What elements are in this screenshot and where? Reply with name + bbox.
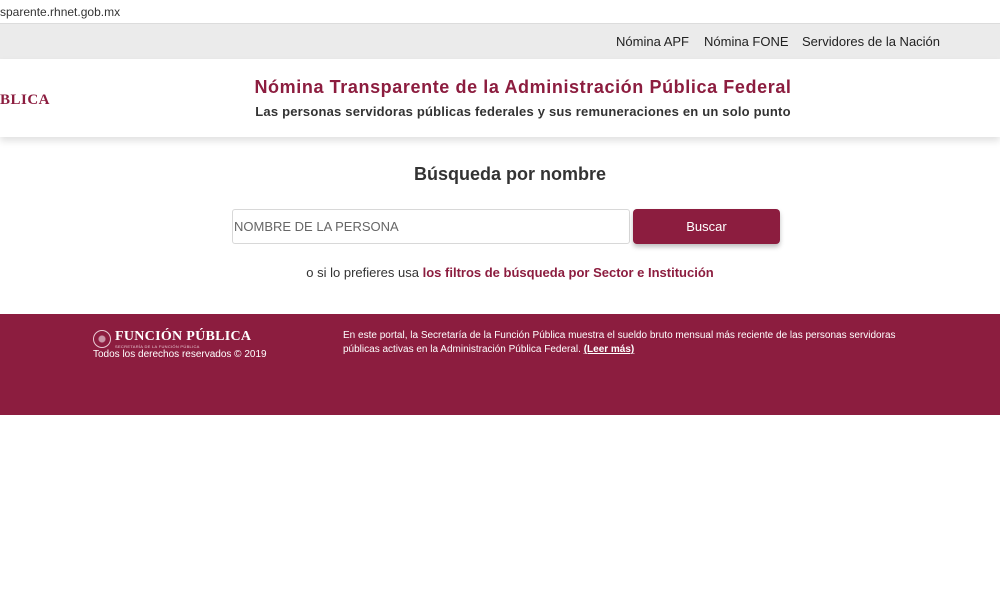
- footer-copyright: Todos los derechos reservados © 2019: [93, 349, 267, 360]
- alternative-search-line: o si lo prefieres usa los filtros de bús…: [0, 265, 1000, 280]
- url-text[interactable]: sparente.rhnet.gob.mx: [0, 5, 120, 19]
- seal-icon: [93, 330, 111, 348]
- footer-info: En este portal, la Secretaría de la Func…: [343, 329, 923, 357]
- page-header: BLICA Nómina Transparente de la Administ…: [0, 59, 1000, 137]
- read-more-link[interactable]: (Leer más): [584, 344, 635, 355]
- search-title: Búsqueda por nombre: [413, 164, 606, 184]
- top-nav: Nómina APF Nómina FONE Servidores de la …: [0, 24, 1000, 59]
- nav-link-servidores-nacion[interactable]: Servidores de la Nación: [802, 34, 940, 49]
- sector-institution-filters-link[interactable]: los filtros de búsqueda por Sector e Ins…: [423, 265, 714, 280]
- footer-brand: FUNCIÓN PÚBLICA: [115, 329, 252, 344]
- alt-search-prefix: o si lo prefieres usa: [306, 265, 419, 280]
- page-footer: FUNCIÓN PÚBLICA SECRETARÍA DE LA FUNCIÓN…: [0, 314, 1000, 415]
- name-search-input[interactable]: [232, 209, 630, 244]
- page-subtitle: Las personas servidoras públicas federal…: [255, 104, 791, 119]
- nav-link-nomina-fone[interactable]: Nómina FONE: [704, 34, 789, 49]
- browser-address-bar[interactable]: sparente.rhnet.gob.mx: [0, 0, 1000, 24]
- search-button[interactable]: Buscar: [633, 209, 780, 244]
- page-title: Nómina Transparente de la Administración…: [254, 77, 792, 97]
- nav-link-nomina-apf[interactable]: Nómina APF: [616, 34, 689, 49]
